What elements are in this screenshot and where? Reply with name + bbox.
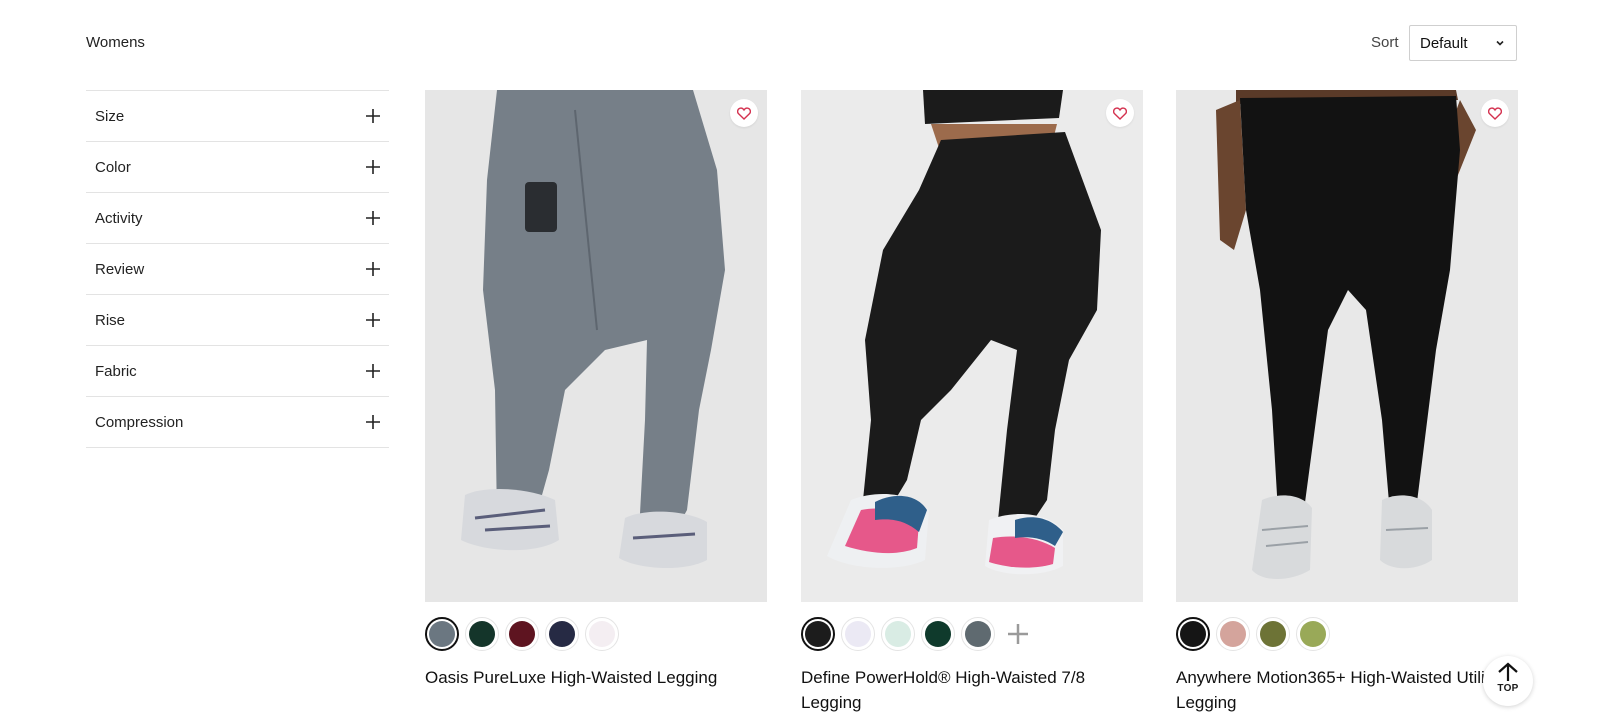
plus-icon (366, 109, 380, 123)
product-name[interactable]: Oasis PureLuxe High-Waisted Legging (425, 665, 767, 690)
swatch-color (1180, 621, 1206, 647)
swatch-color (509, 621, 535, 647)
plus-icon (366, 313, 380, 327)
chevron-down-icon (1496, 40, 1504, 46)
filter-color[interactable]: Color (86, 142, 389, 193)
sort-select-value: Default (1420, 34, 1468, 52)
product-photo (425, 90, 767, 602)
filter-activity[interactable]: Activity (86, 193, 389, 244)
color-swatch[interactable] (425, 617, 459, 651)
arrow-up-icon (1498, 662, 1518, 681)
color-swatch[interactable] (1216, 617, 1250, 651)
filter-label: Size (95, 107, 125, 125)
sort-select[interactable]: Default (1409, 25, 1517, 61)
color-swatch[interactable] (1296, 617, 1330, 651)
filter-review[interactable]: Review (86, 244, 389, 295)
color-swatch[interactable] (1176, 617, 1210, 651)
wishlist-heart-icon[interactable] (1106, 99, 1134, 127)
plus-icon (366, 160, 380, 174)
filter-size[interactable]: Size (86, 91, 389, 142)
swatch-color (429, 621, 455, 647)
product-card: Anywhere Motion365+ High-Waisted Utility… (1176, 90, 1518, 715)
swatch-color (965, 621, 991, 647)
color-swatches (425, 617, 767, 651)
product-card: Define PowerHold® High-Waisted 7/8 Leggi… (801, 90, 1143, 715)
filter-label: Fabric (95, 362, 137, 380)
color-swatches (1176, 617, 1518, 651)
swatch-color (925, 621, 951, 647)
wishlist-heart-icon[interactable] (1481, 99, 1509, 127)
color-swatch[interactable] (841, 617, 875, 651)
scroll-to-top-button[interactable]: TOP (1483, 656, 1533, 706)
plus-icon (366, 364, 380, 378)
scroll-to-top-label: TOP (1497, 683, 1519, 694)
swatch-color (845, 621, 871, 647)
filter-label: Activity (95, 209, 143, 227)
filter-label: Compression (95, 413, 184, 431)
swatch-color (1260, 621, 1286, 647)
page-heading: Womens (86, 34, 145, 51)
color-swatch[interactable] (1256, 617, 1290, 651)
filter-label: Review (95, 260, 145, 278)
product-name[interactable]: Define PowerHold® High-Waisted 7/8 Leggi… (801, 665, 1143, 715)
color-swatch[interactable] (921, 617, 955, 651)
wishlist-heart-icon[interactable] (730, 99, 758, 127)
color-swatch[interactable] (881, 617, 915, 651)
filter-rise[interactable]: Rise (86, 295, 389, 346)
swatch-color (469, 621, 495, 647)
color-swatches (801, 617, 1143, 651)
color-swatch[interactable] (545, 617, 579, 651)
plus-icon (366, 415, 380, 429)
color-swatch[interactable] (505, 617, 539, 651)
filter-label: Color (95, 158, 131, 176)
swatch-color (1300, 621, 1326, 647)
swatch-color (549, 621, 575, 647)
filter-fabric[interactable]: Fabric (86, 346, 389, 397)
product-image[interactable] (1176, 90, 1518, 602)
product-card: Oasis PureLuxe High-Waisted Legging (425, 90, 767, 690)
product-photo (1176, 90, 1518, 602)
more-colors-plus-icon[interactable] (1001, 617, 1035, 651)
color-swatch[interactable] (801, 617, 835, 651)
swatch-color (589, 621, 615, 647)
swatch-color (1220, 621, 1246, 647)
product-image[interactable] (801, 90, 1143, 602)
product-name[interactable]: Anywhere Motion365+ High-Waisted Utility… (1176, 665, 1518, 715)
sort-label: Sort (1371, 34, 1399, 51)
swatch-color (885, 621, 911, 647)
swatch-color (805, 621, 831, 647)
product-image[interactable] (425, 90, 767, 602)
color-swatch[interactable] (961, 617, 995, 651)
color-swatch[interactable] (585, 617, 619, 651)
product-photo (801, 90, 1143, 602)
filter-compression[interactable]: Compression (86, 397, 389, 448)
color-swatch[interactable] (465, 617, 499, 651)
filter-label: Rise (95, 311, 126, 329)
filter-sidebar: Size Color Activity Review Rise Fabric C… (86, 90, 389, 448)
plus-icon (366, 262, 380, 276)
plus-icon (366, 211, 380, 225)
